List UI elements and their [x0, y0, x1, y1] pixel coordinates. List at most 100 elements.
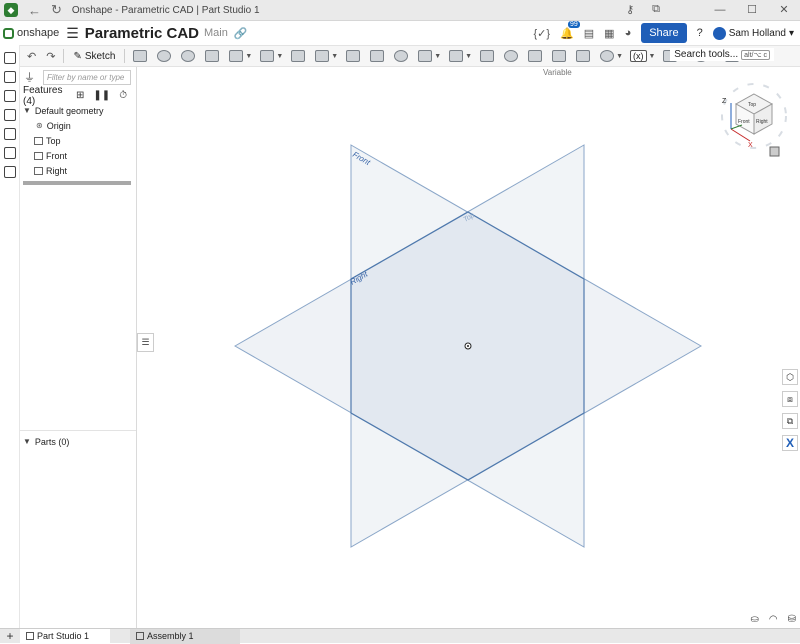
chevron-down-icon[interactable]: ▼	[331, 53, 338, 60]
cylinder-icon[interactable]	[418, 50, 433, 62]
features-header: Features (4) ⊞ ❚❚ ⏱	[20, 85, 136, 107]
key-icon[interactable]: ⚷	[626, 3, 634, 16]
appearance-icon[interactable]	[4, 90, 16, 102]
fillet-icon[interactable]	[260, 50, 275, 62]
tab-label: Assembly 1	[147, 631, 194, 641]
chamfer-icon[interactable]	[291, 50, 306, 62]
sketch-entities-icon[interactable]	[4, 71, 16, 83]
list-item-label: Origin	[46, 120, 71, 131]
extrude-icon[interactable]	[133, 50, 148, 62]
list-item-origin[interactable]: ⊛ Origin	[20, 118, 136, 133]
document-title[interactable]: Parametric CAD	[85, 25, 199, 42]
default-geometry-folder[interactable]: ▼ Default geometry	[20, 103, 136, 118]
right-toolstrip: ⬡ ⧈ ⧉ X	[782, 369, 798, 451]
hole-icon[interactable]	[394, 50, 409, 62]
rib-icon[interactable]	[346, 50, 361, 62]
back-icon[interactable]: ←	[28, 3, 41, 18]
onshape-logo[interactable]: onshape	[3, 27, 59, 39]
chevron-down-icon[interactable]: ▼	[434, 53, 441, 60]
add-folder-icon[interactable]: ⊞	[76, 90, 84, 101]
loft-icon[interactable]	[205, 50, 220, 62]
measure-icon[interactable]: ⧈	[782, 391, 798, 407]
parts-header[interactable]: ▼ Parts (0)	[20, 434, 136, 449]
shell-icon[interactable]	[370, 50, 385, 62]
graphics-viewport[interactable]: Front Top Right Top Front Right Z X ⬡ ⧈ …	[138, 67, 800, 628]
chevron-down-icon[interactable]: ▼	[23, 437, 31, 446]
user-menu[interactable]: Sam Holland ▾	[712, 26, 794, 40]
filter-icon[interactable]: ⏚	[24, 69, 35, 85]
reload-icon[interactable]: ↻	[51, 2, 62, 18]
plane-icon	[34, 166, 43, 175]
origin-dot	[467, 345, 469, 347]
help-icon[interactable]: ?	[697, 27, 703, 39]
logo-icon	[3, 27, 14, 39]
view-cube-top-label: Top	[748, 102, 756, 108]
transform-icon[interactable]	[552, 50, 567, 62]
revolve-icon[interactable]	[157, 50, 172, 62]
view-mode-icon[interactable]	[769, 146, 780, 157]
delete-part-icon[interactable]	[576, 50, 591, 62]
properties-icon[interactable]	[4, 166, 16, 178]
chevron-down-icon[interactable]: ▼	[245, 53, 252, 60]
chevron-down-icon[interactable]: ▼	[276, 53, 283, 60]
notifications-icon[interactable]: 🔔 99	[560, 20, 580, 40]
add-tab-icon[interactable]: +	[0, 629, 20, 643]
tab-part-studio-1[interactable]: Part Studio 1	[20, 628, 110, 644]
pattern-icon[interactable]	[449, 50, 464, 62]
split-icon[interactable]	[528, 50, 543, 62]
redo-icon[interactable]: ↷	[46, 50, 55, 63]
chevron-down-icon[interactable]: ▼	[616, 53, 623, 60]
boolean-icon[interactable]	[504, 50, 519, 62]
plane-icon[interactable]	[600, 50, 615, 62]
filter-input[interactable]	[43, 69, 131, 85]
mirror-icon[interactable]	[480, 50, 495, 62]
maximize-button[interactable]: ☐	[736, 0, 768, 21]
view-cube[interactable]: Top Front Right Z X	[721, 83, 787, 149]
chevron-down-icon[interactable]: ▼	[649, 53, 656, 60]
assembly-icon	[136, 632, 144, 640]
list-item-front[interactable]: Front	[20, 148, 136, 163]
comments-icon[interactable]	[4, 109, 16, 121]
chevron-down-icon[interactable]: ▼	[465, 53, 472, 60]
sketch-button[interactable]: ✎ Sketch	[73, 51, 115, 62]
view-cube-right-label: Right	[756, 119, 768, 125]
thicken-icon[interactable]	[229, 50, 244, 62]
chevron-down-icon[interactable]: ▼	[23, 106, 31, 115]
list-item-right[interactable]: Right	[20, 163, 136, 178]
section-icon[interactable]: ⛁	[788, 614, 796, 625]
link-icon[interactable]: 🔗	[234, 27, 248, 40]
variables-table-icon[interactable]: X	[782, 435, 798, 451]
sketch-label: Sketch	[84, 50, 116, 62]
x-axis-label: X	[748, 142, 753, 149]
app-store-icon[interactable]: ▦	[604, 27, 614, 40]
variable-button[interactable]: (x)	[630, 50, 647, 62]
display-states-icon[interactable]: ⛀	[750, 614, 758, 625]
parts-label: Parts (0)	[34, 436, 70, 447]
origin-icon: ⊛	[36, 121, 43, 130]
section-view-icon[interactable]: ⧉	[782, 413, 798, 429]
minimize-button[interactable]: —	[704, 0, 736, 21]
sweep-icon[interactable]	[181, 50, 196, 62]
feature-list-icon[interactable]	[4, 52, 16, 64]
search-tools[interactable]: Search tools... alt/⌥ c	[670, 48, 774, 61]
extensions-icon[interactable]: ⧉	[652, 3, 660, 16]
tab-assembly-1[interactable]: Assembly 1	[130, 628, 240, 644]
list-item-top[interactable]: Top	[20, 133, 136, 148]
close-button[interactable]: ✕	[768, 0, 800, 21]
share-button[interactable]: Share	[641, 23, 687, 43]
learning-icon[interactable]: ◕	[625, 27, 632, 39]
appearance-panel-icon[interactable]: ⬡	[782, 369, 798, 385]
document-icon[interactable]: ▤	[584, 27, 594, 40]
render-icon[interactable]: ◠	[769, 614, 778, 625]
logo-text: onshape	[17, 27, 60, 39]
menu-icon[interactable]: ☰	[66, 25, 79, 42]
undo-icon[interactable]: ↶	[27, 50, 36, 63]
pause-icon[interactable]: ❚❚	[93, 90, 110, 101]
timer-icon[interactable]: ⏱	[119, 90, 127, 101]
mate-icon[interactable]	[4, 128, 16, 140]
draft-icon[interactable]	[315, 50, 330, 62]
history-icon[interactable]	[4, 147, 16, 159]
panel-scrollbar[interactable]	[23, 181, 131, 185]
branch-label[interactable]: Main	[204, 27, 228, 39]
code-icon[interactable]: {✓}	[533, 27, 550, 40]
